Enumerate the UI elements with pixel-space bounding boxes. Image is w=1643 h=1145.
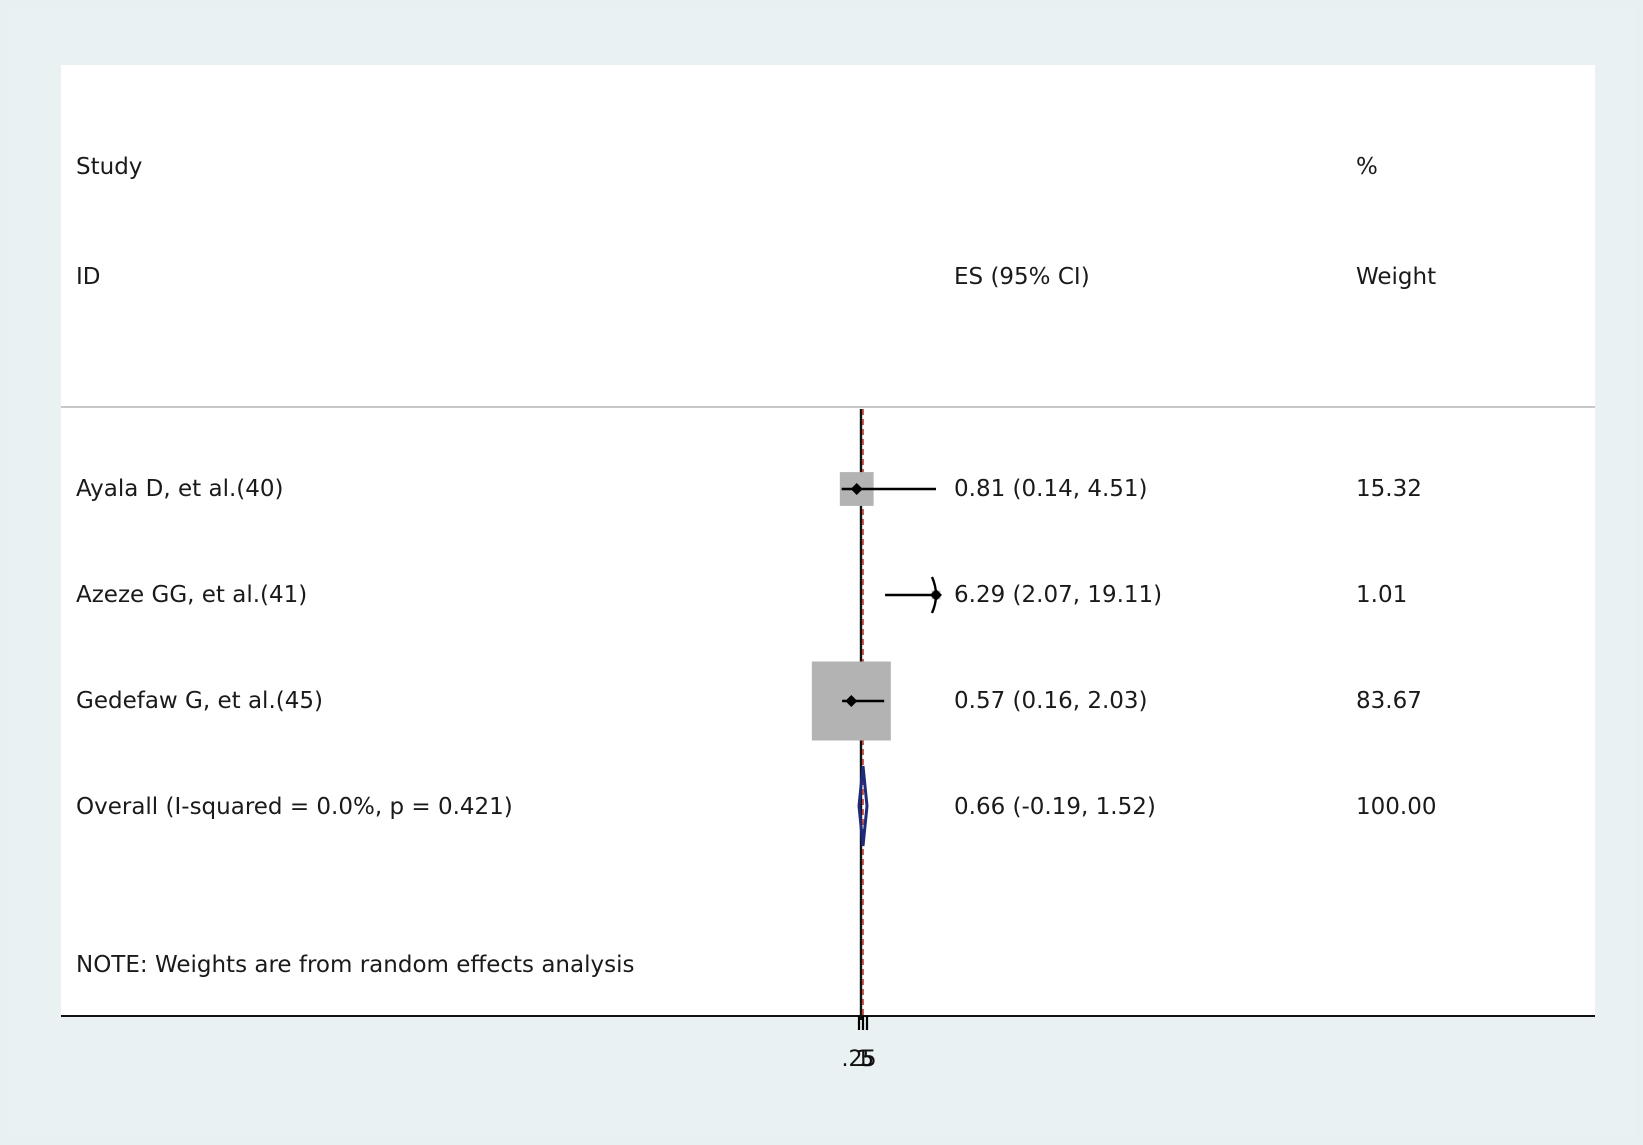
forest-plot: .2515 xyxy=(811,409,942,1072)
x-tick-label: 5 xyxy=(860,1047,874,1072)
